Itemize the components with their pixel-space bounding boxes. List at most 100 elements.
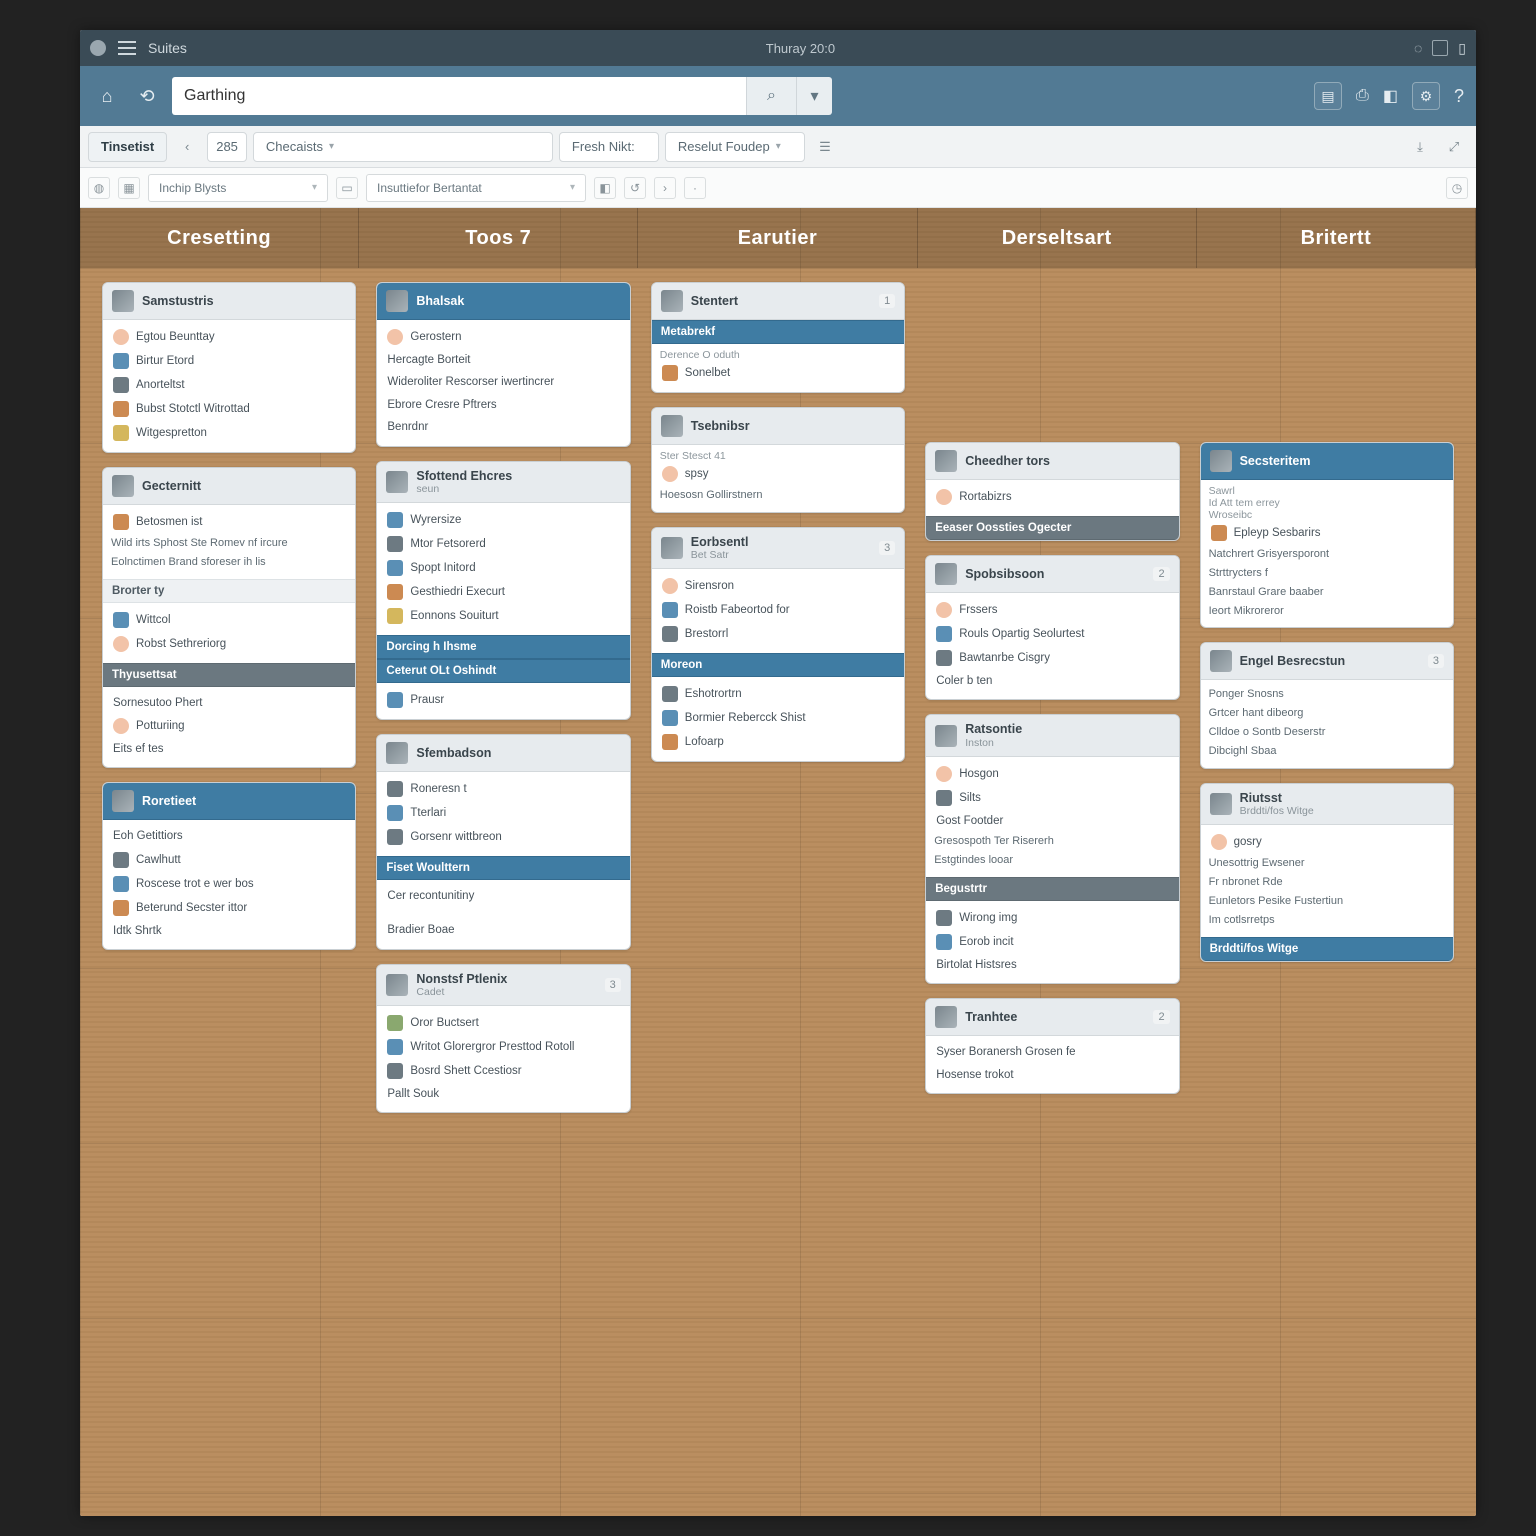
card-row[interactable]: Gesthiedri Execurt: [385, 580, 621, 604]
card-row[interactable]: Mtor Fetsorerd: [385, 532, 621, 556]
clock-icon[interactable]: ◷: [1446, 177, 1468, 199]
card-row[interactable]: Rortabizrs: [934, 485, 1170, 509]
card-row[interactable]: Hosgon: [934, 762, 1170, 786]
grid-icon[interactable]: ▦: [118, 177, 140, 199]
kanban-card[interactable]: SecsteritemSawrlId Att tem erreyWroseibc…: [1200, 442, 1454, 628]
prev-button[interactable]: ‹: [173, 133, 201, 161]
card-row[interactable]: Eorob incit: [934, 930, 1170, 954]
card-row[interactable]: Rouls Opartig Seolurtest: [934, 622, 1170, 646]
kanban-card[interactable]: RatsontieInstonHosgonSiltsGost FootderGr…: [925, 714, 1179, 984]
card-row[interactable]: Bosrd Shett Ccestiosr: [385, 1059, 621, 1083]
settings-button[interactable]: ⚙: [1412, 82, 1440, 110]
card-row[interactable]: Hosense trokot: [934, 1064, 1170, 1086]
card-row[interactable]: Birtolat Histsres: [934, 954, 1170, 976]
search-button[interactable]: ⌕: [746, 77, 796, 115]
tool-icon-4[interactable]: ·: [684, 177, 706, 199]
card-row[interactable]: Betosmen ist: [111, 510, 347, 534]
research-pill[interactable]: Reselut Foudep▾: [665, 132, 805, 162]
card-row[interactable]: Bormier Rebercck Shist: [660, 706, 896, 730]
card-row[interactable]: Hercagte Borteit: [385, 349, 621, 371]
card-row[interactable]: Roscese trot e wer bos: [111, 872, 347, 896]
kanban-card[interactable]: EorbsentlBet Satr3SirensronRoistb Fabeor…: [651, 527, 905, 762]
kanban-card[interactable]: SfembadsonRoneresn tTterlariGorsenr witt…: [376, 734, 630, 950]
kanban-card[interactable]: Engel Besrecstun3Ponger SnosnsGrtcer han…: [1200, 642, 1454, 768]
dropdown-1[interactable]: Inchip Blysts▾: [148, 174, 328, 202]
kanban-card[interactable]: SamstustrisEgtou BeunttayBirtur EtordAno…: [102, 282, 356, 453]
card-row[interactable]: Sonelbet: [660, 361, 896, 385]
kanban-card[interactable]: GecternittBetosmen istWild irts Sphost S…: [102, 467, 356, 768]
kanban-card[interactable]: Spobsibsoon2FrssersRouls Opartig Seolurt…: [925, 555, 1179, 700]
header-icon-1[interactable]: ⎙: [1356, 87, 1369, 105]
card-row[interactable]: Cawlhutt: [111, 848, 347, 872]
card-row[interactable]: Gost Footder: [934, 810, 1170, 832]
tool-icon-1[interactable]: ◧: [594, 177, 616, 199]
card-row[interactable]: Eits ef tes: [111, 738, 347, 760]
card-row[interactable]: Syser Boranersh Grosen fe: [934, 1041, 1170, 1063]
card-row[interactable]: Prausr: [385, 688, 621, 712]
kanban-card[interactable]: RiutsstBrddti/fos WitgegosryUnesottrig E…: [1200, 783, 1454, 962]
kanban-card[interactable]: Tranhtee2Syser Boranersh Grosen feHosens…: [925, 998, 1179, 1094]
list-view-button[interactable]: ▤: [1314, 82, 1342, 110]
card-row[interactable]: Pallt Souk: [385, 1083, 621, 1105]
card-row[interactable]: Cer recontunitiny: [385, 885, 621, 907]
tool-icon-2[interactable]: ↺: [624, 177, 646, 199]
card-row[interactable]: Bawtanrbe Cisgry: [934, 646, 1170, 670]
card-row[interactable]: Gorsenr wittbreon: [385, 825, 621, 849]
card-row[interactable]: Roneresn t: [385, 777, 621, 801]
card-row[interactable]: Ebrore Cresre Pftrers: [385, 394, 621, 416]
kanban-card[interactable]: RoretieetEoh GetittiorsCawlhuttRoscese t…: [102, 782, 356, 950]
card-row[interactable]: Eonnons Souiturt: [385, 604, 621, 628]
search-dropdown[interactable]: ▾: [796, 77, 832, 115]
card-row[interactable]: Sornesutoo Phert: [111, 692, 347, 714]
filter-menu-icon[interactable]: ☰: [811, 133, 839, 161]
kanban-card[interactable]: BhalsakGerosternHercagte BorteitWideroli…: [376, 282, 630, 447]
card-row[interactable]: Anorteltst: [111, 373, 347, 397]
card-row[interactable]: Spopt Initord: [385, 556, 621, 580]
card-row[interactable]: Eshotrortrn: [660, 682, 896, 706]
from-pill[interactable]: Fresh Nikt:: [559, 132, 659, 162]
bulb-icon[interactable]: ◍: [88, 177, 110, 199]
card-row[interactable]: Epleyp Sesbarirs: [1209, 521, 1445, 545]
menu-icon[interactable]: [118, 41, 136, 55]
card-row[interactable]: Robst Sethreriorg: [111, 632, 347, 656]
card-row[interactable]: Sirensron: [660, 574, 896, 598]
card-row[interactable]: Gerostern: [385, 325, 621, 349]
card-row[interactable]: Potturiing: [111, 714, 347, 738]
doc-icon[interactable]: ▭: [336, 177, 358, 199]
card-row[interactable]: Lofoarp: [660, 730, 896, 754]
download-icon[interactable]: ⤓: [1406, 133, 1434, 161]
tool-icon-3[interactable]: ›: [654, 177, 676, 199]
card-row[interactable]: Idtk Shrtk: [111, 920, 347, 942]
card-row[interactable]: Silts: [934, 786, 1170, 810]
card-row[interactable]: Tterlari: [385, 801, 621, 825]
kanban-card[interactable]: Nonstsf PtlenixCadet3Oror BuctsertWritot…: [376, 964, 630, 1114]
expand-icon[interactable]: ⤢: [1440, 133, 1468, 161]
card-row[interactable]: Wittcol: [111, 608, 347, 632]
search-input[interactable]: [172, 77, 746, 115]
dropdown-2[interactable]: Insuttiefor Bertantat▾: [366, 174, 586, 202]
card-row[interactable]: Oror Buctsert: [385, 1011, 621, 1035]
home-icon[interactable]: ⌂: [92, 81, 122, 111]
checklists-pill[interactable]: Checaists▾: [253, 132, 553, 162]
card-row[interactable]: Wyrersize: [385, 508, 621, 532]
sync-icon[interactable]: ⟲: [132, 81, 162, 111]
kanban-card[interactable]: Stentert1MetabrekfDerence O oduthSonelbe…: [651, 282, 905, 393]
card-row[interactable]: Wideroliter Rescorser iwertincrer: [385, 371, 621, 393]
kanban-card[interactable]: TsebnibsrSter Stesct 41spsyHoesosn Golli…: [651, 407, 905, 513]
card-row[interactable]: Brestorrl: [660, 622, 896, 646]
card-row[interactable]: Witgespretton: [111, 421, 347, 445]
help-icon[interactable]: ?: [1454, 86, 1464, 107]
card-row[interactable]: Roistb Fabeortod for: [660, 598, 896, 622]
kanban-card[interactable]: Sfottend EhcresseunWyrersizeMtor Fetsore…: [376, 461, 630, 720]
card-row[interactable]: gosry: [1209, 830, 1445, 854]
card-row[interactable]: Wirong img: [934, 906, 1170, 930]
card-row[interactable]: Birtur Etord: [111, 349, 347, 373]
card-row[interactable]: Bradier Boae: [385, 919, 621, 941]
kanban-card[interactable]: Cheedher torsRortabizrsEeaser Oossties O…: [925, 442, 1179, 541]
card-row[interactable]: Bubst Stotctl Witrottad: [111, 397, 347, 421]
card-row[interactable]: Frssers: [934, 598, 1170, 622]
card-row[interactable]: Egtou Beunttay: [111, 325, 347, 349]
header-icon-2[interactable]: ◧: [1383, 86, 1398, 106]
card-row[interactable]: Eoh Getittiors: [111, 825, 347, 847]
card-row[interactable]: Benrdnr: [385, 416, 621, 438]
